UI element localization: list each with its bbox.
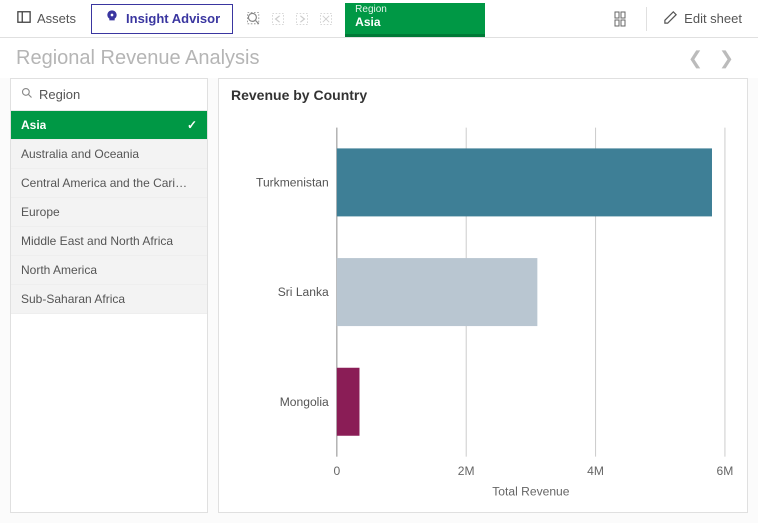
content-area: Region Asia✓Australia and Oceania✓Centra… (0, 78, 758, 523)
title-row: Regional Revenue Analysis ❮ ❯ (0, 38, 758, 78)
svg-text:Turkmenistan: Turkmenistan (256, 175, 329, 189)
filter-item-label: Central America and the Carib… (21, 176, 191, 190)
insight-icon (104, 9, 120, 28)
step-forward-icon (291, 8, 313, 30)
filter-item-label: Sub-Saharan Africa (21, 292, 125, 306)
filter-item[interactable]: Asia ✓ (11, 111, 207, 140)
bookmarks-icon[interactable] (604, 5, 640, 33)
check-icon: ✓ (187, 118, 197, 132)
edit-sheet-label: Edit sheet (684, 11, 742, 26)
chart-area[interactable]: 0 2M 4M 6M Turkmenistan Sri Lanka Mongolia Tota… (231, 107, 735, 508)
svg-text:Total Revenue: Total Revenue (492, 485, 569, 499)
chart-pane: Revenue by Country 0 2M 4M 6M Turkmenistan Sr… (218, 78, 748, 513)
filter-item-label: Europe (21, 205, 60, 219)
assets-label: Assets (37, 11, 76, 26)
pencil-icon (663, 10, 678, 28)
filter-item[interactable]: Central America and the Carib…✓ (11, 169, 207, 198)
insight-label: Insight Advisor (126, 11, 220, 26)
svg-text:Sri Lanka: Sri Lanka (278, 285, 329, 299)
filter-item[interactable]: Sub-Saharan Africa✓ (11, 285, 207, 314)
insight-advisor-button[interactable]: Insight Advisor (91, 4, 233, 34)
filter-item[interactable]: Europe✓ (11, 198, 207, 227)
search-icon (21, 87, 33, 102)
selection-chip-region[interactable]: Region Asia (345, 3, 485, 37)
chart-title: Revenue by Country (231, 87, 735, 103)
filter-pane-header[interactable]: Region (11, 79, 207, 111)
prev-sheet-icon[interactable]: ❮ (680, 48, 711, 69)
filter-list: Asia✓Australia and Oceania✓Central Ameri… (11, 111, 207, 314)
filter-pane-region: Region Asia✓Australia and Oceania✓Centra… (10, 78, 208, 513)
filter-item-label: Asia (21, 118, 46, 132)
assets-button[interactable]: Assets (6, 5, 87, 33)
filter-item[interactable]: Australia and Oceania✓ (11, 140, 207, 169)
svg-text:2M: 2M (458, 464, 475, 478)
clear-selections-icon (315, 8, 337, 30)
toolbar-separator (646, 7, 647, 31)
smart-search-icon[interactable] (243, 8, 265, 30)
edit-sheet-button[interactable]: Edit sheet (653, 5, 752, 33)
filter-item[interactable]: North America✓ (11, 256, 207, 285)
assets-icon (17, 10, 31, 27)
selection-chip-field: Region (355, 5, 475, 15)
svg-text:0: 0 (333, 464, 340, 478)
filter-item-label: Australia and Oceania (21, 147, 139, 161)
filter-item-label: North America (21, 263, 97, 277)
svg-text:6M: 6M (717, 464, 734, 478)
filter-field-label: Region (39, 87, 80, 102)
svg-text:4M: 4M (587, 464, 604, 478)
top-toolbar: Assets Insight Advisor Region Asia E (0, 0, 758, 38)
step-back-icon (267, 8, 289, 30)
filter-item-label: Middle East and North Africa (21, 234, 173, 248)
selection-tools-group (243, 8, 337, 30)
next-sheet-icon[interactable]: ❯ (711, 48, 742, 69)
bar-chart-svg: 0 2M 4M 6M Turkmenistan Sri Lanka Mongolia Tota… (231, 107, 735, 508)
filter-item[interactable]: Middle East and North Africa✓ (11, 227, 207, 256)
svg-text:Mongolia: Mongolia (280, 395, 329, 409)
page-title: Regional Revenue Analysis (16, 47, 260, 70)
selection-chip-value: Asia (355, 15, 475, 29)
